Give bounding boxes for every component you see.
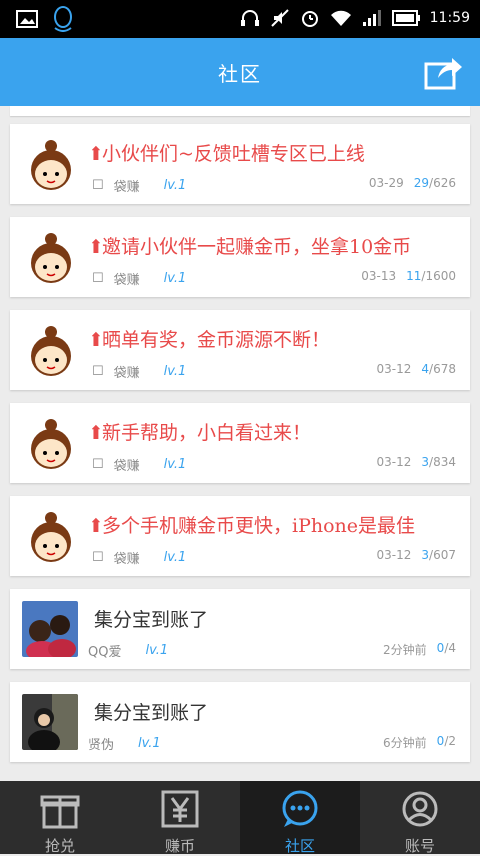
status-bar: 11:59 bbox=[0, 0, 480, 38]
post-title: 邀请小伙伴一起赚金币，坐拿10金币 bbox=[102, 236, 412, 258]
reply-count: 3 bbox=[421, 455, 430, 469]
post-title: 小伙伴们~反馈吐槽专区已上线 bbox=[102, 143, 365, 165]
view-count: /607 bbox=[429, 548, 456, 562]
tab-earn[interactable]: 赚币 bbox=[120, 781, 240, 855]
post-date: 03-12 bbox=[376, 548, 412, 562]
post-date: 03-12 bbox=[376, 362, 412, 376]
post-list: ⬆小伙伴们~反馈吐槽专区已上线 ☐ 袋赚 lv.1 03-29 29/626 ⬆邀请小… bbox=[10, 106, 470, 775]
clock: 11:59 bbox=[429, 10, 470, 26]
post-date: 03-12 bbox=[376, 455, 412, 469]
avatar bbox=[31, 233, 71, 283]
checkbox-icon: ☐ bbox=[92, 550, 104, 565]
image-icon bbox=[16, 10, 38, 28]
gift-icon bbox=[40, 795, 80, 829]
mute-icon bbox=[270, 9, 289, 27]
post-title: 集分宝到账了 bbox=[94, 702, 209, 724]
post-title: 新手帮助，小白看过来！ bbox=[102, 422, 312, 444]
pin-arrow-icon: ⬆ bbox=[88, 236, 104, 258]
user-post[interactable]: 集分宝到账了 贤伪 lv.1 6分钟前 0/2 bbox=[10, 682, 470, 762]
reply-count: 29 bbox=[413, 176, 430, 190]
post-date: 6分钟前 bbox=[383, 736, 427, 750]
post-author: 袋赚 bbox=[113, 552, 140, 567]
checkbox-icon: ☐ bbox=[92, 178, 104, 193]
tab-label: 账号 bbox=[404, 837, 435, 855]
battery-icon bbox=[391, 10, 420, 26]
view-count: /1600 bbox=[421, 269, 456, 283]
user-photo bbox=[22, 694, 78, 750]
author-level: lv.1 bbox=[163, 457, 187, 472]
tab-account[interactable]: 账号 bbox=[360, 781, 480, 855]
post-title: 晒单有奖，金币源源不断！ bbox=[102, 329, 331, 351]
post-title: 集分宝到账了 bbox=[94, 609, 209, 631]
post-author: QQ爱 bbox=[88, 645, 122, 660]
reply-count: 11 bbox=[406, 269, 422, 283]
view-count: /626 bbox=[429, 176, 456, 190]
pinned-post[interactable]: ⬆邀请小伙伴一起赚金币，坐拿10金币 ☐ 袋赚 lv.1 03-13 11/1600 bbox=[10, 217, 470, 297]
signal-icon bbox=[362, 10, 381, 26]
post-author: 贤伪 bbox=[88, 738, 115, 753]
post-author: 袋赚 bbox=[113, 180, 140, 195]
author-level: lv.1 bbox=[163, 550, 187, 565]
reply-count: 4 bbox=[421, 362, 430, 376]
author-level: lv.1 bbox=[163, 271, 187, 286]
pinned-post[interactable]: ⬆多个手机赚金币更快，iPhone是最佳 ☐ 袋赚 lv.1 03-12 3/607 bbox=[10, 496, 470, 576]
post-author: 袋赚 bbox=[113, 366, 140, 381]
tab-exchange[interactable]: 抢兑 bbox=[0, 781, 120, 855]
post-title: 多个手机赚金币更快，iPhone是最佳 bbox=[102, 515, 416, 537]
checkbox-icon: ☐ bbox=[92, 271, 104, 286]
wifi-icon bbox=[330, 10, 351, 26]
post-author: 袋赚 bbox=[113, 459, 140, 474]
headphones-icon bbox=[240, 10, 259, 26]
bottom-tab-bar: 抢兑 赚币 社区 账号 bbox=[0, 781, 480, 855]
account-icon bbox=[402, 791, 438, 827]
user-post[interactable]: 集分宝到账了 QQ爱 lv.1 2分钟前 0/4 bbox=[10, 589, 470, 669]
tab-community[interactable]: 社区 bbox=[240, 781, 360, 855]
alarm-icon bbox=[301, 11, 318, 27]
avatar bbox=[31, 326, 71, 376]
user-photo bbox=[22, 601, 78, 657]
avatar bbox=[31, 512, 71, 562]
list-item-stub bbox=[10, 106, 470, 116]
pinned-post[interactable]: ⬆晒单有奖，金币源源不断！ ☐ 袋赚 lv.1 03-12 4/678 bbox=[10, 310, 470, 390]
author-level: lv.1 bbox=[163, 178, 187, 193]
author-level: lv.1 bbox=[163, 364, 187, 379]
pin-arrow-icon: ⬆ bbox=[88, 329, 104, 351]
pin-arrow-icon: ⬆ bbox=[88, 143, 104, 165]
qq-icon bbox=[54, 6, 72, 32]
avatar bbox=[31, 140, 71, 190]
app-bar: 社区 bbox=[0, 38, 480, 106]
tab-label: 社区 bbox=[284, 837, 315, 855]
avatar bbox=[31, 419, 71, 469]
author-level: lv.1 bbox=[145, 643, 169, 658]
post-date: 2分钟前 bbox=[383, 643, 427, 657]
checkbox-icon: ☐ bbox=[92, 457, 104, 472]
view-count: /834 bbox=[429, 455, 456, 469]
reply-count: 3 bbox=[421, 548, 430, 562]
share-icon[interactable] bbox=[424, 54, 464, 90]
view-count: /4 bbox=[444, 641, 456, 655]
post-date: 03-29 bbox=[368, 176, 404, 190]
pinned-post[interactable]: ⬆新手帮助，小白看过来！ ☐ 袋赚 lv.1 03-12 3/834 bbox=[10, 403, 470, 483]
author-level: lv.1 bbox=[138, 736, 161, 751]
chat-bubble-icon bbox=[282, 790, 318, 827]
post-author: 袋赚 bbox=[113, 273, 140, 288]
page-title: 社区 bbox=[218, 62, 262, 86]
view-count: /678 bbox=[429, 362, 456, 376]
pinned-post[interactable]: ⬆小伙伴们~反馈吐槽专区已上线 ☐ 袋赚 lv.1 03-29 29/626 bbox=[10, 124, 470, 204]
checkbox-icon: ☐ bbox=[92, 364, 104, 379]
pin-arrow-icon: ⬆ bbox=[88, 422, 104, 444]
post-date: 03-13 bbox=[361, 269, 397, 283]
view-count: /2 bbox=[444, 734, 456, 748]
tab-label: 赚币 bbox=[164, 837, 195, 855]
yen-icon bbox=[161, 790, 199, 828]
pin-arrow-icon: ⬆ bbox=[88, 515, 104, 537]
tab-label: 抢兑 bbox=[44, 837, 75, 855]
